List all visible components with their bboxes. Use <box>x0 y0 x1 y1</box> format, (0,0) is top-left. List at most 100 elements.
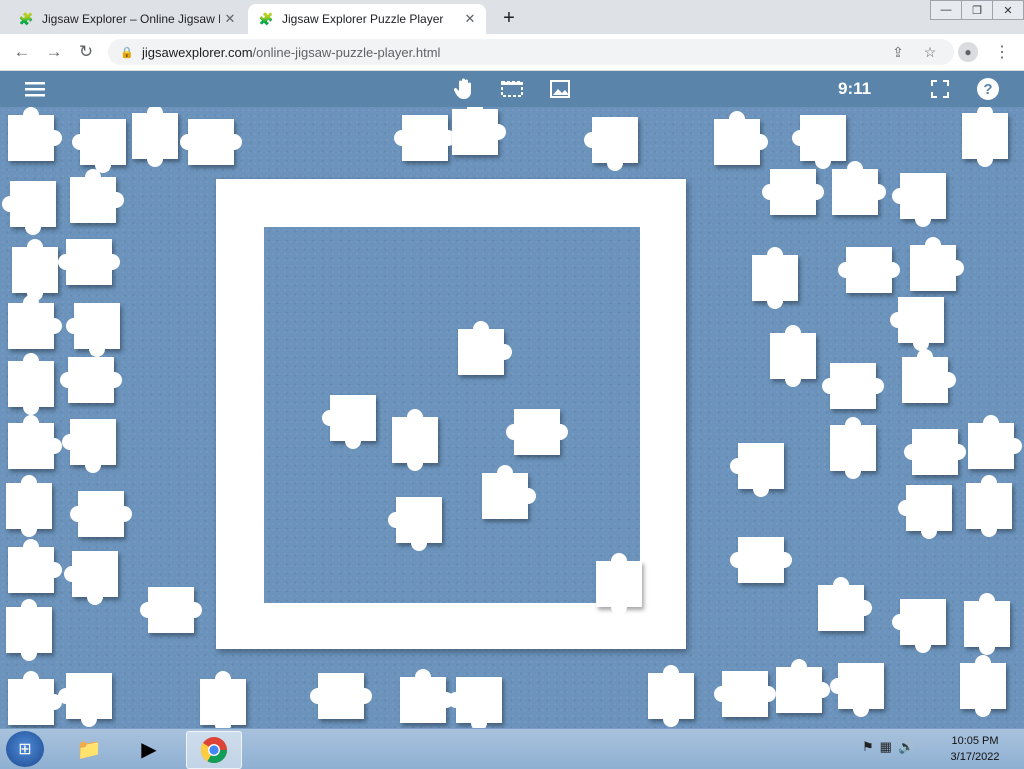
puzzle-piece[interactable] <box>770 325 816 387</box>
puzzle-piece[interactable] <box>506 409 568 455</box>
puzzle-piece[interactable] <box>960 655 1006 717</box>
puzzle-piece[interactable] <box>830 417 876 479</box>
menu-icon[interactable] <box>24 77 48 101</box>
close-window-button[interactable]: ✕ <box>992 0 1024 20</box>
browser-toolbar: ← → ↻ 🔒 jigsawexplorer.com/online-jigsaw… <box>0 34 1024 71</box>
puzzle-piece[interactable] <box>60 357 122 403</box>
puzzle-piece[interactable] <box>388 497 442 551</box>
new-tab-button[interactable]: + <box>498 7 520 29</box>
puzzle-piece[interactable] <box>898 485 952 539</box>
puzzle-piece[interactable] <box>64 551 118 605</box>
close-tab-icon[interactable]: ✕ <box>220 9 240 29</box>
puzzle-piece[interactable] <box>904 429 966 475</box>
puzzle-piece[interactable] <box>8 539 62 593</box>
network-icon[interactable]: ▦ <box>880 739 892 755</box>
puzzle-piece[interactable] <box>8 107 62 161</box>
puzzle-piece[interactable] <box>448 677 502 728</box>
puzzle-board[interactable] <box>0 107 1024 728</box>
puzzle-piece[interactable] <box>180 119 242 165</box>
puzzle-piece[interactable] <box>822 363 884 409</box>
puzzle-piece[interactable] <box>62 419 116 473</box>
windows-taskbar: ⊞ 📁 ▶ ⚑ ▦ 🔊 10:05 PM 3/17/2022 <box>0 728 1024 769</box>
puzzle-piece[interactable] <box>792 115 846 169</box>
browser-menu-icon[interactable]: ⋮ <box>992 40 1012 64</box>
puzzle-piece[interactable] <box>584 117 638 171</box>
chrome-icon[interactable] <box>186 731 242 769</box>
reload-icon[interactable]: ↻ <box>74 40 98 64</box>
puzzle-piece[interactable] <box>6 475 52 537</box>
puzzle-piece[interactable] <box>838 247 900 293</box>
puzzle-piece[interactable] <box>8 415 62 469</box>
tab-puzzle-player[interactable]: 🧩 Jigsaw Explorer Puzzle Player ✕ <box>248 4 486 34</box>
share-icon[interactable]: ⇪ <box>886 40 910 64</box>
puzzle-piece[interactable] <box>72 119 126 173</box>
puzzle-piece[interactable] <box>714 671 776 717</box>
profile-avatar-icon[interactable]: ● <box>958 42 978 62</box>
system-clock[interactable]: 10:05 PM 3/17/2022 <box>940 733 1010 765</box>
puzzle-piece[interactable] <box>902 349 956 403</box>
puzzle-piece[interactable] <box>910 237 964 291</box>
puzzle-piece[interactable] <box>70 491 132 537</box>
puzzle-piece[interactable] <box>752 247 798 309</box>
selection-icon[interactable] <box>500 77 524 101</box>
puzzle-piece[interactable] <box>818 577 872 631</box>
puzzle-piece[interactable] <box>392 409 438 471</box>
puzzle-piece[interactable] <box>58 239 120 285</box>
help-icon[interactable]: ? <box>976 77 1000 101</box>
puzzle-piece[interactable] <box>394 115 456 161</box>
puzzle-piece[interactable] <box>966 475 1012 537</box>
puzzle-piece[interactable] <box>12 239 58 301</box>
bookmark-star-icon[interactable]: ☆ <box>918 40 942 64</box>
puzzle-piece[interactable] <box>730 443 784 497</box>
back-icon[interactable]: ← <box>10 40 34 64</box>
puzzle-piece[interactable] <box>832 161 886 215</box>
tab-jigsaw-explorer[interactable]: 🧩 Jigsaw Explorer – Online Jigsaw P ✕ <box>8 4 246 34</box>
puzzle-piece[interactable] <box>968 415 1022 469</box>
puzzle-piece[interactable] <box>58 673 112 727</box>
file-explorer-icon[interactable]: 📁 <box>62 731 116 767</box>
puzzle-piece[interactable] <box>8 295 62 349</box>
media-player-icon[interactable]: ▶ <box>122 731 176 767</box>
image-icon[interactable] <box>548 77 572 101</box>
puzzle-piece[interactable] <box>8 671 62 725</box>
forward-icon[interactable]: → <box>42 40 66 64</box>
puzzle-piece[interactable] <box>6 599 52 661</box>
puzzle-piece[interactable] <box>66 303 120 357</box>
minimize-button[interactable]: — <box>930 0 962 20</box>
action-center-icon[interactable]: ⚑ <box>862 739 874 755</box>
puzzle-piece[interactable] <box>310 673 372 719</box>
puzzle-piece[interactable] <box>400 669 454 723</box>
puzzle-piece[interactable] <box>962 107 1008 167</box>
puzzle-piece[interactable] <box>730 537 792 583</box>
puzzle-piece[interactable] <box>8 353 54 415</box>
close-tab-icon[interactable]: ✕ <box>460 9 480 29</box>
elapsed-timer: 9:11 <box>838 79 872 98</box>
puzzle-piece[interactable] <box>892 599 946 653</box>
puzzle-piece[interactable] <box>458 321 512 375</box>
puzzle-piece[interactable] <box>762 169 824 215</box>
fullscreen-icon[interactable] <box>928 77 952 101</box>
puzzle-piece[interactable] <box>648 665 694 727</box>
puzzle-piece[interactable] <box>322 395 376 449</box>
puzzle-piece[interactable] <box>964 593 1010 655</box>
hand-icon[interactable] <box>452 77 476 101</box>
puzzle-piece[interactable] <box>482 465 536 519</box>
url-path: /online-jigsaw-puzzle-player.html <box>252 44 441 60</box>
puzzle-piece[interactable] <box>200 671 246 728</box>
address-bar[interactable]: 🔒 jigsawexplorer.com/online-jigsaw-puzzl… <box>108 39 954 65</box>
puzzle-piece[interactable] <box>140 587 202 633</box>
puzzle-piece[interactable] <box>2 181 56 235</box>
volume-icon[interactable]: 🔊 <box>898 739 914 755</box>
puzzle-piece[interactable] <box>830 663 884 717</box>
puzzle-piece[interactable] <box>776 659 830 713</box>
puzzle-piece[interactable] <box>452 107 506 155</box>
puzzle-piece[interactable] <box>132 107 178 167</box>
puzzle-piece[interactable] <box>890 297 944 351</box>
puzzle-piece[interactable] <box>70 169 124 223</box>
puzzle-piece[interactable] <box>892 173 946 227</box>
puzzle-piece[interactable] <box>714 111 768 165</box>
puzzle-piece[interactable] <box>596 553 642 615</box>
start-button[interactable]: ⊞ <box>6 731 44 767</box>
restore-button[interactable]: ❐ <box>961 0 993 20</box>
tab-title: Jigsaw Explorer Puzzle Player <box>282 12 444 26</box>
